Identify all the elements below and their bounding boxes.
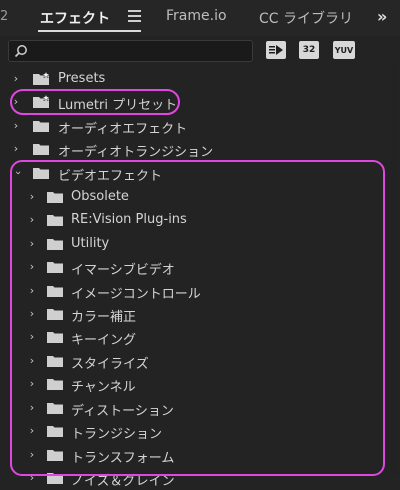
tree-item-audio-transitions[interactable]: › オーディオトランジション <box>0 138 388 161</box>
tab-overflow-icon[interactable]: » <box>377 7 387 26</box>
highlight-video-effects <box>10 160 385 476</box>
tab-effects[interactable]: エフェクト <box>40 8 110 28</box>
tab-frameio[interactable]: Frame.io <box>166 8 227 24</box>
highlight-lumetri-presets <box>10 89 180 115</box>
chevron-right-icon[interactable]: › <box>10 120 22 132</box>
effects-search-box[interactable] <box>8 40 253 62</box>
preset-folder-icon <box>33 71 50 85</box>
chevron-right-icon[interactable]: › <box>10 143 22 155</box>
panel-menu-icon[interactable] <box>128 10 141 22</box>
tree-item-presets[interactable]: › Presets <box>0 68 388 91</box>
yuv-filter-button[interactable]: YUV <box>333 41 355 59</box>
folder-icon <box>33 144 49 155</box>
chevron-right-icon[interactable]: › <box>10 73 22 85</box>
32bit-filter-button[interactable]: 32 <box>299 41 319 59</box>
tree-item-audio-effects[interactable]: › オーディオエフェクト <box>0 115 388 138</box>
tab-cc-library[interactable]: CC ライブラリ <box>259 8 353 28</box>
search-input[interactable] <box>33 43 245 59</box>
tree-item-label: Presets <box>58 71 106 86</box>
accelerated-effects-icon <box>269 45 283 55</box>
tab-previous-stub[interactable]: 2 <box>0 9 8 24</box>
folder-icon <box>33 121 49 132</box>
active-tab-indicator <box>38 30 141 32</box>
tree-item-label: オーディオトランジション <box>58 145 214 160</box>
accelerated-effects-filter-button[interactable] <box>266 41 286 59</box>
search-icon <box>14 45 27 58</box>
tree-scrollbar[interactable] <box>391 66 397 476</box>
panel-tab-bar: 2 エフェクト Frame.io CC ライブラリ » <box>0 0 400 36</box>
tree-item-label: オーディオエフェクト <box>58 122 188 137</box>
